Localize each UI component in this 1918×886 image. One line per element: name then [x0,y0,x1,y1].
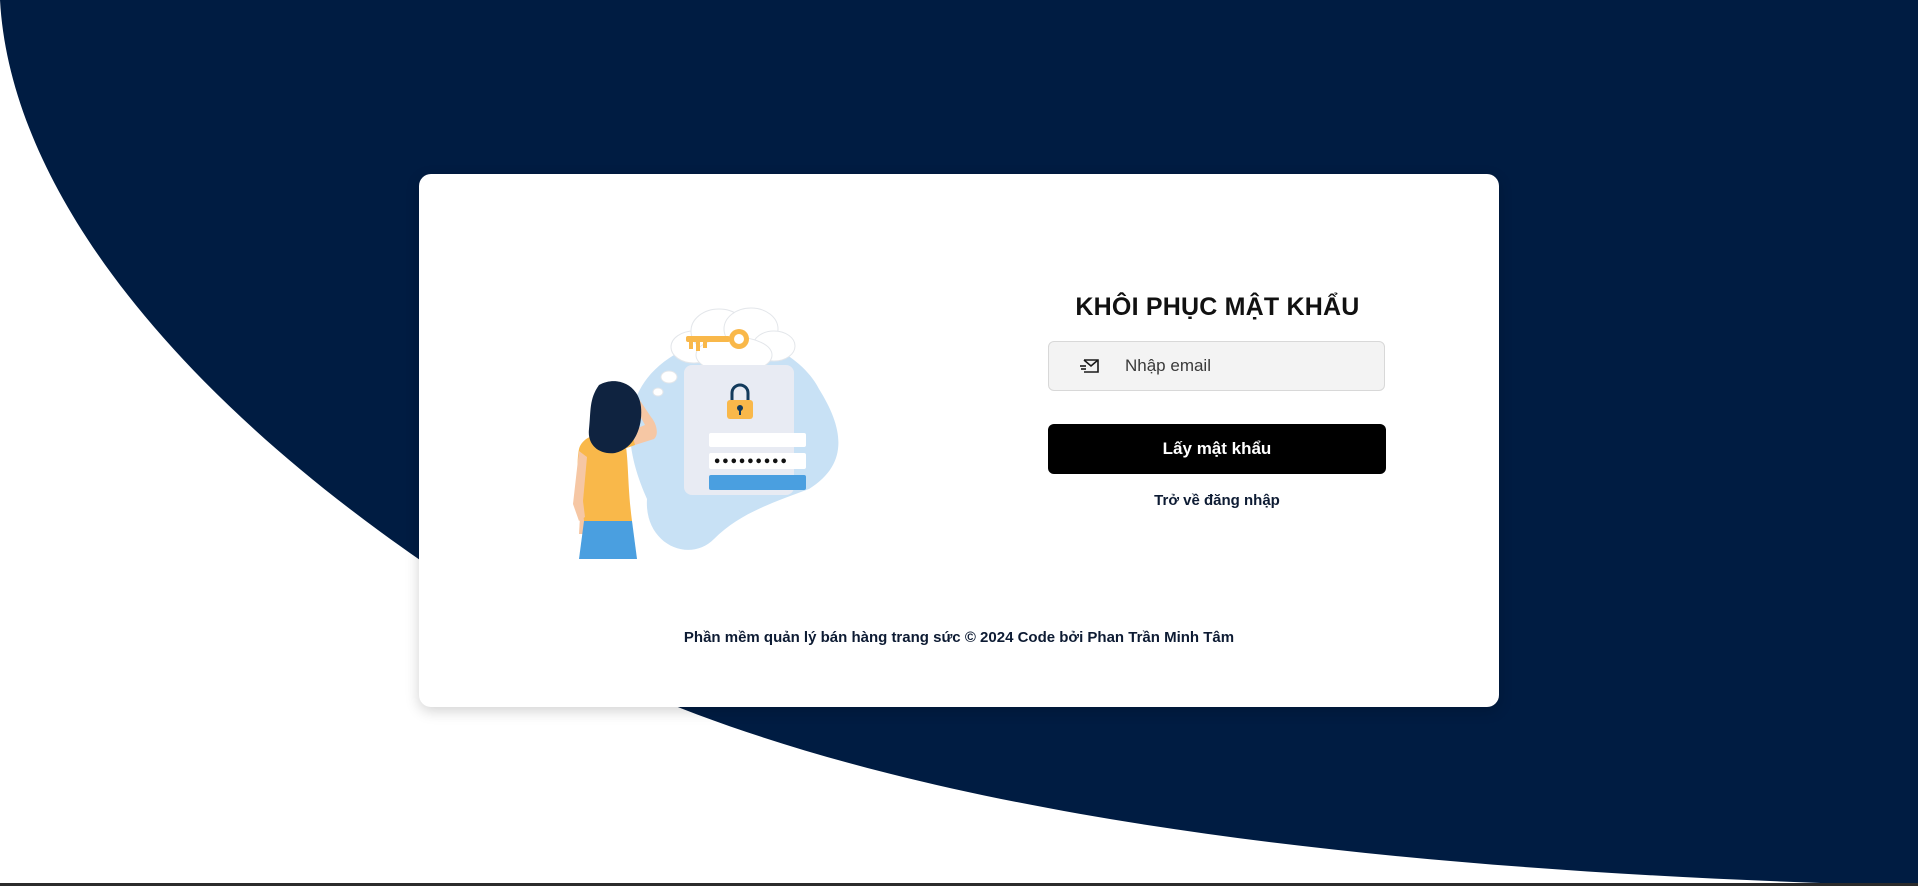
email-field[interactable] [1048,341,1385,391]
page-title: KHÔI PHỤC MẬT KHẨU [1075,293,1360,321]
recovery-form: KHÔI PHỤC MẬT KHẨU Lấy mật khẩu Trở về đ… [1048,289,1387,509]
forgot-password-illustration: ••••••••• [573,307,839,559]
get-password-button[interactable]: Lấy mật khẩu [1048,424,1386,474]
footer-copyright: Phần mềm quản lý bán hàng trang sức © 20… [683,629,1235,646]
mail-icon [1080,359,1099,373]
password-mask: ••••••••• [713,455,788,470]
recovery-card: ••••••••• KHÔI PHỤC MẬT KHẨU Lấy mật khẩ… [419,174,1499,707]
email-input[interactable] [1125,342,1375,390]
back-to-login-link[interactable]: Trở về đăng nhập [1048,492,1386,509]
